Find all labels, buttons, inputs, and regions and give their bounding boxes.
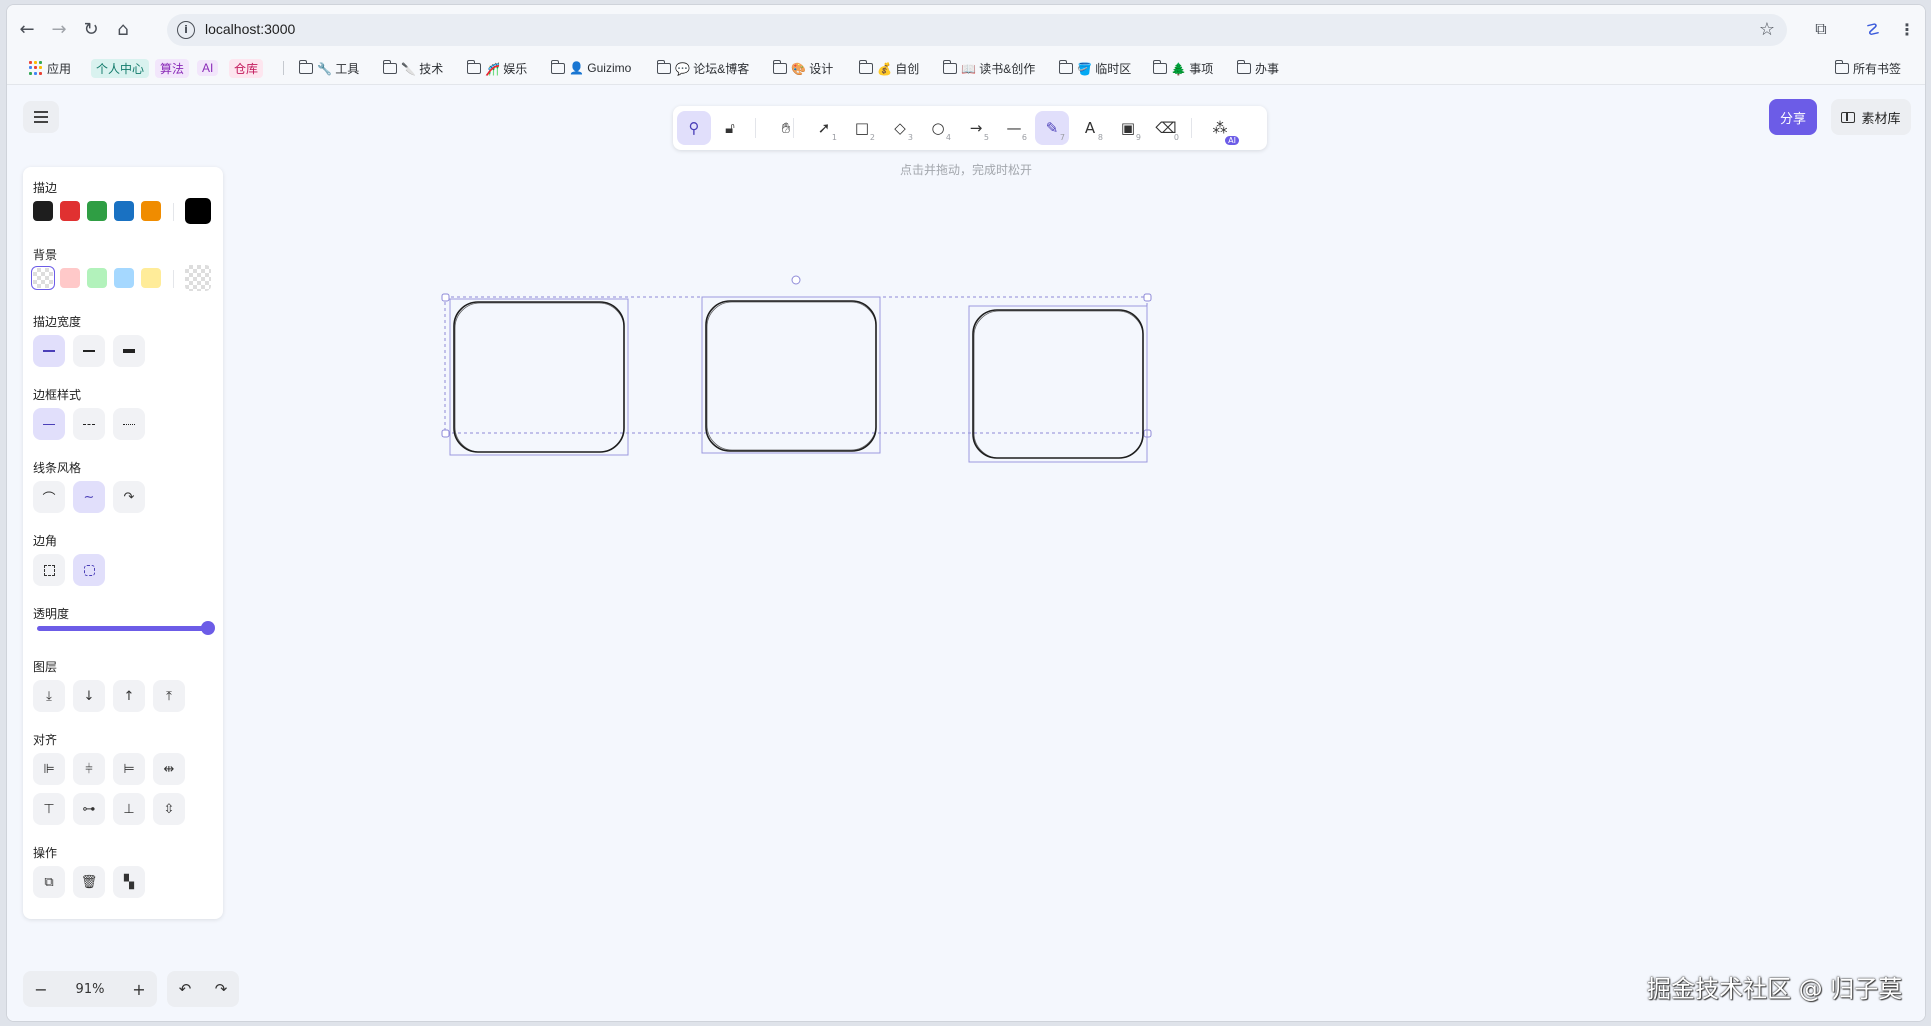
group-selection-box[interactable]	[444, 296, 1148, 434]
rounded-rectangle-shape[interactable]	[972, 309, 1144, 459]
canvas-shapes-layer	[441, 275, 1152, 463]
shape-3-bounding-box	[968, 305, 1148, 463]
resize-handle-nw[interactable]	[441, 293, 450, 302]
rounded-rectangle-shape[interactable]	[453, 301, 625, 453]
rounded-rectangle-sketch-stroke	[454, 302, 625, 453]
browser-window: ← → ↻ ⌂ i localhost:3000 ☆ ⧉ ☡ ⋮ 应用 个人中心	[6, 4, 1926, 1022]
rounded-rectangle-sketch-stroke	[973, 310, 1144, 459]
rounded-rectangle-shape[interactable]	[705, 300, 877, 452]
resize-handle-ne[interactable]	[1143, 293, 1152, 302]
shape-2-bounding-box	[701, 296, 881, 454]
shape-1-bounding-box	[449, 298, 629, 456]
resize-handle-sw[interactable]	[441, 429, 450, 438]
rounded-rectangle-sketch-stroke	[706, 301, 877, 451]
rotation-handle[interactable]	[791, 275, 801, 285]
